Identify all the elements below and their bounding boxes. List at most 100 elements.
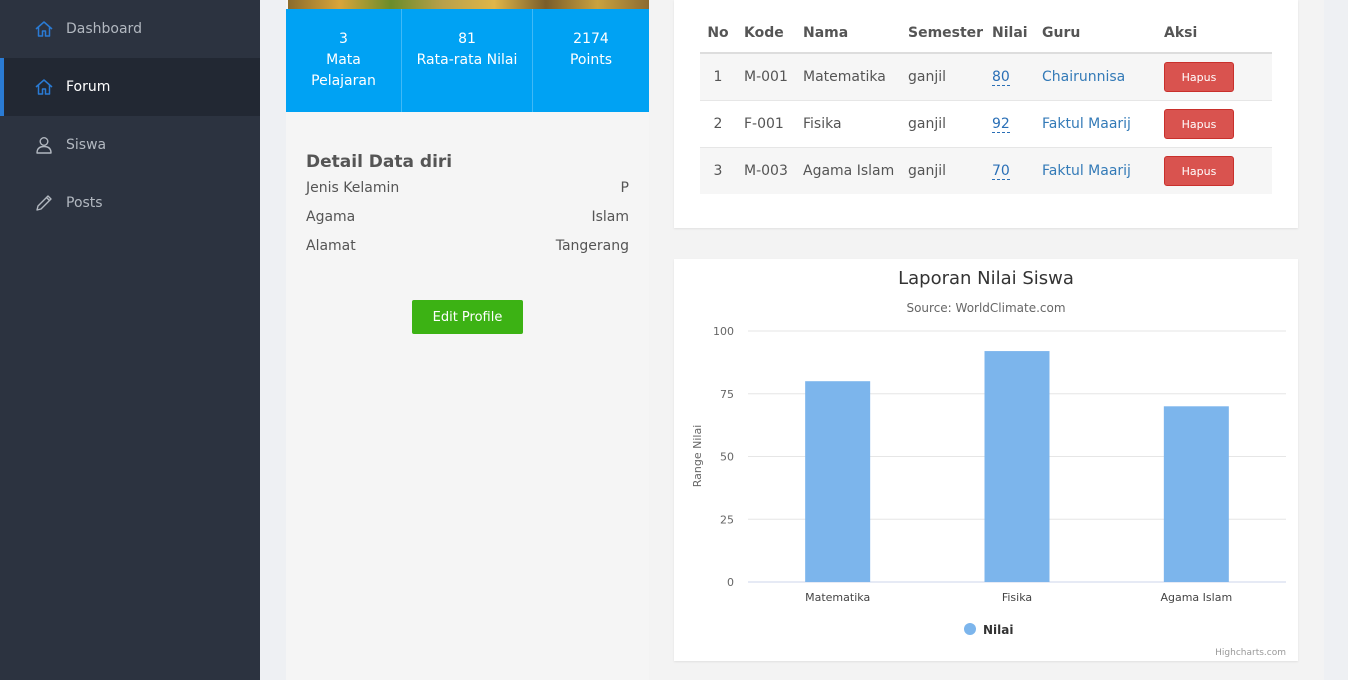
cell-aksi: Hapus <box>1156 147 1272 194</box>
detail-key: Agama <box>306 209 356 225</box>
y-tick-label: 50 <box>720 451 734 464</box>
cell-nilai: 92 <box>984 100 1034 148</box>
edit-profile-button[interactable]: Edit Profile <box>412 300 523 334</box>
x-tick-label: Fisika <box>1002 591 1032 604</box>
detail-value: P <box>620 180 629 196</box>
bar-chart: Laporan Nilai Siswa Source: WorldClimate… <box>691 268 1286 658</box>
cell-nama: Matematika <box>795 52 900 101</box>
editable-nilai[interactable]: 80 <box>992 69 1010 86</box>
user-icon <box>34 135 54 155</box>
stat-average: 81 Rata-rata Nilai <box>402 9 533 112</box>
cell-nilai: 80 <box>984 52 1034 101</box>
home-icon <box>34 77 54 97</box>
y-tick-label: 25 <box>720 513 734 526</box>
cell-kode: M-003 <box>736 147 795 194</box>
cell-no: 1 <box>700 52 736 101</box>
personal-details: Detail Data diri Jenis Kelamin P Agama I… <box>306 150 629 261</box>
detail-row-religion: Agama Islam <box>306 203 629 232</box>
chart-subtitle: Source: WorldClimate.com <box>906 301 1065 315</box>
delete-button[interactable]: Hapus <box>1164 156 1234 186</box>
cell-guru: Faktul Maarij <box>1034 147 1156 194</box>
x-tick-label: Agama Islam <box>1160 591 1232 604</box>
cell-no: 2 <box>700 100 736 148</box>
cell-aksi: Hapus <box>1156 100 1272 148</box>
chart-credit[interactable]: Highcharts.com <box>1215 648 1286 658</box>
cell-semester: ganjil <box>900 100 984 148</box>
detail-row-gender: Jenis Kelamin P <box>306 174 629 203</box>
column-header-nilai: Nilai <box>984 14 1034 54</box>
sidebar-item-dashboard[interactable]: Dashboard <box>0 0 260 58</box>
guru-link[interactable]: Faktul Maarij <box>1042 116 1131 132</box>
sidebar-item-label: Dashboard <box>66 21 142 37</box>
column-header-semester: Semester <box>900 14 984 54</box>
cell-semester: ganjil <box>900 147 984 194</box>
detail-value: Tangerang <box>555 238 629 254</box>
editable-nilai[interactable]: 92 <box>992 116 1010 133</box>
column-header-kode: Kode <box>736 14 795 54</box>
table-header-row: No Kode Nama Semester Nilai Guru Aksi <box>700 14 1272 54</box>
sidebar-item-siswa[interactable]: Siswa <box>0 116 260 174</box>
sidebar-item-posts[interactable]: Posts <box>0 174 260 232</box>
profile-panel: 3 Mata Pelajaran 81 Rata-rata Nilai 2174… <box>286 0 649 680</box>
delete-button[interactable]: Hapus <box>1164 109 1234 139</box>
chart-title: Laporan Nilai Siswa <box>898 268 1074 289</box>
detail-key: Alamat <box>306 238 356 254</box>
cell-kode: F-001 <box>736 100 795 148</box>
cover-image <box>288 0 649 9</box>
grades-card: No Kode Nama Semester Nilai Guru Aksi 1 … <box>674 0 1298 228</box>
editable-nilai[interactable]: 70 <box>992 163 1010 180</box>
delete-button[interactable]: Hapus <box>1164 62 1234 92</box>
cell-nilai: 70 <box>984 147 1034 194</box>
guru-link[interactable]: Chairunnisa <box>1042 69 1125 85</box>
sidebar-item-label: Forum <box>66 79 111 95</box>
pencil-icon <box>34 193 54 213</box>
table-row: 1 M-001 Matematika ganjil 80 Chairunnisa… <box>700 52 1272 101</box>
cell-aksi: Hapus <box>1156 52 1272 101</box>
detail-key: Jenis Kelamin <box>306 180 400 196</box>
chart-legend[interactable]: Nilai <box>964 623 1013 637</box>
detail-row-address: Alamat Tangerang <box>306 232 629 261</box>
y-axis-title: Range Nilai <box>691 425 704 488</box>
bar-matematika[interactable] <box>805 381 871 582</box>
sidebar-item-label: Posts <box>66 195 103 211</box>
column-header-guru: Guru <box>1034 14 1156 54</box>
column-header-nama: Nama <box>795 14 900 54</box>
legend-label: Nilai <box>983 623 1013 637</box>
stat-label: Mata Pelajaran <box>311 52 376 89</box>
cell-nama: Fisika <box>795 100 900 148</box>
stat-value: 3 <box>339 31 348 47</box>
stat-label: Points <box>569 52 613 68</box>
detail-title: Detail Data diri <box>306 152 453 172</box>
table-row: 3 M-003 Agama Islam ganjil 70 Faktul Maa… <box>700 147 1272 194</box>
stat-label: Rata-rata Nilai <box>416 52 518 68</box>
y-tick-label: 0 <box>727 576 734 589</box>
detail-value: Islam <box>591 209 629 225</box>
column-header-aksi: Aksi <box>1156 14 1272 54</box>
cell-guru: Chairunnisa <box>1034 52 1156 101</box>
stat-subjects: 3 Mata Pelajaran <box>286 9 402 112</box>
grades-table: No Kode Nama Semester Nilai Guru Aksi 1 … <box>700 14 1272 194</box>
cell-semester: ganjil <box>900 52 984 101</box>
stat-value: 2174 <box>573 31 609 47</box>
bar-agama-islam[interactable] <box>1163 406 1229 582</box>
y-tick-label: 75 <box>720 388 734 401</box>
guru-link[interactable]: Faktul Maarij <box>1042 163 1131 179</box>
chart-card: Laporan Nilai Siswa Source: WorldClimate… <box>674 259 1298 661</box>
sidebar-item-forum[interactable]: Forum <box>0 58 260 116</box>
stat-value: 81 <box>458 31 476 47</box>
cell-nama: Agama Islam <box>795 147 900 194</box>
home-icon <box>34 19 54 39</box>
column-header-no: No <box>700 14 736 54</box>
sidebar: Dashboard Forum Siswa Posts <box>0 0 260 680</box>
legend-marker <box>964 623 976 635</box>
stat-points: 2174 Points <box>533 9 649 112</box>
cell-guru: Faktul Maarij <box>1034 100 1156 148</box>
cell-no: 3 <box>700 147 736 194</box>
bar-fisika[interactable] <box>984 351 1050 582</box>
x-tick-label: Matematika <box>805 591 870 604</box>
table-row: 2 F-001 Fisika ganjil 92 Faktul Maarij H… <box>700 100 1272 148</box>
sidebar-item-label: Siswa <box>66 137 107 153</box>
y-tick-label: 100 <box>713 325 734 338</box>
cell-kode: M-001 <box>736 52 795 101</box>
profile-stats: 3 Mata Pelajaran 81 Rata-rata Nilai 2174… <box>286 9 649 112</box>
